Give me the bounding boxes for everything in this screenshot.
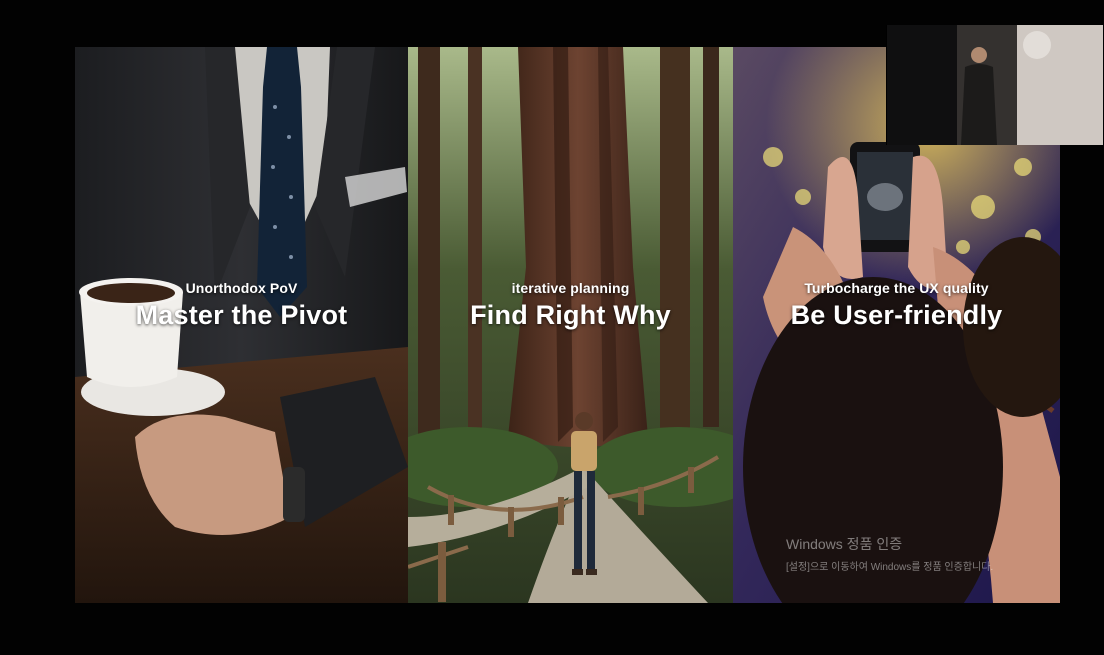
panel-subtitle: Turbocharge the UX quality (804, 280, 989, 296)
presentation-stage: Unorthodox PoV Master the Pivot iterativ… (0, 0, 1104, 655)
speaker-webcam-overlay (886, 25, 1103, 145)
panel-caption: Turbocharge the UX quality Be User-frien… (733, 280, 1060, 331)
panel-title: Be User-friendly (790, 300, 1003, 330)
panel-subtitle: Unorthodox PoV (185, 280, 298, 296)
panel-subtitle: iterative planning (511, 280, 630, 296)
watermark-subtitle: [설정]으로 이동하여 Windows를 정품 인증합니다. (786, 562, 994, 573)
panel-title: Find Right Why (470, 300, 671, 330)
panel-caption: Unorthodox PoV Master the Pivot (75, 280, 408, 331)
speaker-video (887, 25, 1103, 145)
panel-caption: iterative planning Find Right Why (408, 280, 733, 331)
panel-title: Master the Pivot (135, 300, 348, 330)
watermark-title: Windows 정품 인증 (786, 536, 903, 552)
panel-master-the-pivot: Unorthodox PoV Master the Pivot (75, 47, 408, 603)
panel-find-right-why: iterative planning Find Right Why (408, 47, 733, 603)
windows-activation-watermark: Windows 정품 인증 [설정]으로 이동하여 Windows를 정품 인증… (786, 534, 993, 573)
